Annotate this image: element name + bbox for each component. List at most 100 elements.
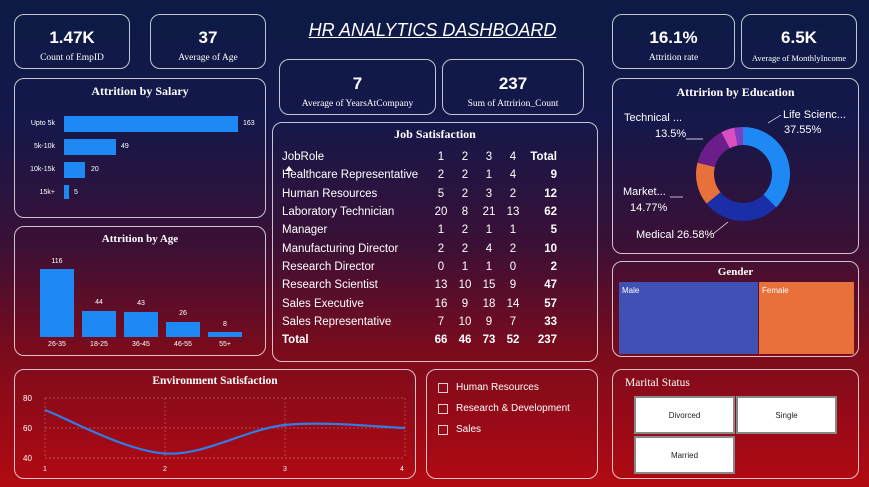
column-header[interactable]: JobRole [282, 148, 429, 166]
table-cell: 1 [485, 260, 493, 273]
checkbox-icon[interactable] [438, 424, 448, 435]
table-row[interactable]: Research Scientist 13 10 15 9 47 [282, 276, 557, 294]
table-total-row: Total 66 46 73 52 237 [282, 331, 557, 349]
column-header[interactable]: Total [525, 148, 557, 166]
marital-status-title: Marital Status [625, 377, 690, 389]
table-row[interactable]: Sales Representative 7 10 9 7 33 [282, 313, 557, 331]
education-label-life-pct: 37.55% [784, 124, 822, 136]
attrition-by-salary-card[interactable]: Attrition by Salary Upto 5k 5k-10k 10k-1… [14, 78, 266, 218]
age-cat-label: 36-45 [132, 341, 150, 348]
table-cell: 4 [509, 169, 517, 182]
kpi-emp-count-card[interactable]: 1.47K Count of EmpID [14, 14, 130, 69]
salary-cat-label: Upto 5k [30, 120, 55, 127]
kpi-avg-income-label: Average of MonthlyIncome [751, 53, 847, 63]
table-cell: 57 [544, 297, 557, 310]
table-row[interactable]: Manufacturing Director 2 2 4 2 10 [282, 239, 557, 257]
table-cell: 66 [434, 334, 448, 347]
table-cell: 0 [437, 260, 445, 273]
checkbox-icon[interactable] [438, 403, 448, 414]
column-header[interactable]: 2 [453, 148, 477, 166]
table-cell: 10 [544, 242, 557, 255]
attrition-by-education-card[interactable]: Attririon by Education Life Scienc... 37… [612, 78, 859, 254]
table-cell: 12 [544, 187, 557, 200]
column-header[interactable]: 3 [477, 148, 501, 166]
table-cell: 2 [550, 260, 557, 273]
donut-slice[interactable] [743, 127, 790, 208]
department-slicer-card[interactable]: Human Resources Research & Development S… [426, 369, 598, 479]
job-satisfaction-card[interactable]: Job Satisfaction JobRole 1 2 3 4 Total H… [272, 122, 598, 362]
gender-male-tile[interactable]: Male [619, 282, 758, 354]
age-bar[interactable] [40, 269, 74, 337]
attrition-by-age-title: Attrition by Age [101, 233, 179, 245]
attrition-by-age-card[interactable]: Attrition by Age 116 44 43 26 8 26-35 18… [14, 226, 266, 356]
salary-cat-label: 5k-10k [33, 143, 55, 150]
environment-line-chart[interactable]: 80 60 40 1 2 3 4 [15, 370, 417, 480]
kpi-attrition-rate-label: Attrition rate [648, 53, 699, 63]
gender-female-label: Female [762, 286, 789, 295]
checkbox-icon[interactable] [438, 382, 448, 393]
salary-bar[interactable] [64, 116, 238, 132]
age-bar[interactable] [166, 322, 200, 337]
marital-status-card[interactable]: Marital Status Divorced Single Married [612, 369, 859, 479]
kpi-avg-years-card[interactable]: 7 Average of YearsAtCompany [279, 59, 436, 115]
environment-line[interactable] [44, 408, 406, 455]
age-cat-label: 46-55 [174, 341, 192, 348]
table-cell: Research Scientist [282, 279, 378, 292]
dashboard-title: HR ANALYTICS DASHBOARD [308, 20, 557, 40]
age-value-label: 8 [223, 321, 227, 328]
table-cell: 18 [482, 297, 496, 310]
salary-bar[interactable] [64, 139, 116, 155]
kpi-avg-years-label: Average of YearsAtCompany [301, 99, 414, 109]
slicer-item-label: Sales [456, 424, 482, 435]
environment-satisfaction-card[interactable]: Environment Satisfaction 80 60 40 1 2 3 … [14, 369, 416, 479]
kpi-attrition-rate-card[interactable]: 16.1% Attrition rate [612, 14, 735, 69]
slicer-item-label: Human Resources [456, 382, 539, 393]
age-cat-label: 26-35 [48, 341, 66, 348]
table-cell: 0 [509, 260, 517, 273]
slicer-item-sales[interactable]: Sales [438, 424, 481, 435]
marital-option-single[interactable]: Single [736, 396, 837, 434]
age-value-label: 44 [95, 299, 103, 306]
table-row[interactable]: Human Resources 5 2 3 2 12 [282, 185, 557, 203]
table-cell: Research Director [282, 260, 375, 273]
kpi-avg-age-value: 37 [198, 28, 218, 47]
table-row[interactable]: Research Director 0 1 1 0 2 [282, 258, 557, 276]
table-row[interactable]: Laboratory Technician 20 8 21 13 62 [282, 203, 557, 221]
kpi-sum-attrition-card[interactable]: 237 Sum of Attririon_Count [442, 59, 584, 115]
age-cat-label: 18-25 [90, 341, 108, 348]
x-tick-label: 3 [283, 466, 287, 473]
x-tick-label: 1 [43, 466, 47, 473]
gender-card[interactable]: Gender Male Female [612, 261, 859, 357]
slicer-item-human-resources[interactable]: Human Resources [438, 382, 539, 393]
kpi-avg-income-card[interactable]: 6.5K Average of MonthlyIncome [741, 14, 857, 69]
table-cell: 33 [544, 315, 557, 328]
kpi-avg-age-card[interactable]: 37 Average of Age [150, 14, 266, 69]
table-row[interactable]: Manager 1 2 1 1 5 [282, 221, 557, 239]
marital-option-divorced[interactable]: Divorced [634, 396, 735, 434]
age-bar[interactable] [208, 332, 242, 337]
table-header-row: JobRole 1 2 3 4 Total [282, 148, 557, 166]
slicer-item-research-development[interactable]: Research & Development [438, 403, 570, 414]
table-cell: 4 [485, 242, 493, 255]
table-cell: 7 [509, 315, 517, 328]
table-row[interactable]: Sales Executive 16 9 18 14 57 [282, 294, 557, 312]
salary-bar[interactable] [64, 185, 69, 199]
age-bar[interactable] [124, 312, 158, 337]
salary-bar[interactable] [64, 162, 85, 178]
table-cell: 2 [509, 242, 517, 255]
column-header[interactable]: 1 [429, 148, 453, 166]
education-label-marketing: Market... [623, 186, 666, 198]
kpi-emp-count-label: Count of EmpID [40, 53, 104, 63]
table-cell: 9 [461, 297, 469, 310]
table-cell: Sales Executive [282, 297, 364, 310]
age-value-label: 26 [179, 310, 187, 317]
column-header[interactable]: 4 [501, 148, 525, 166]
table-cell: 2 [461, 169, 469, 182]
table-cell: 2 [437, 169, 445, 182]
education-label-technical: Technical ... [624, 112, 683, 124]
table-row[interactable]: Healthcare Representative 2 2 1 4 9 [282, 166, 557, 184]
marital-option-married[interactable]: Married [634, 436, 735, 474]
education-label-technical-pct: 13.5% [655, 128, 687, 140]
gender-female-tile[interactable]: Female [759, 282, 854, 354]
age-bar[interactable] [82, 311, 116, 337]
